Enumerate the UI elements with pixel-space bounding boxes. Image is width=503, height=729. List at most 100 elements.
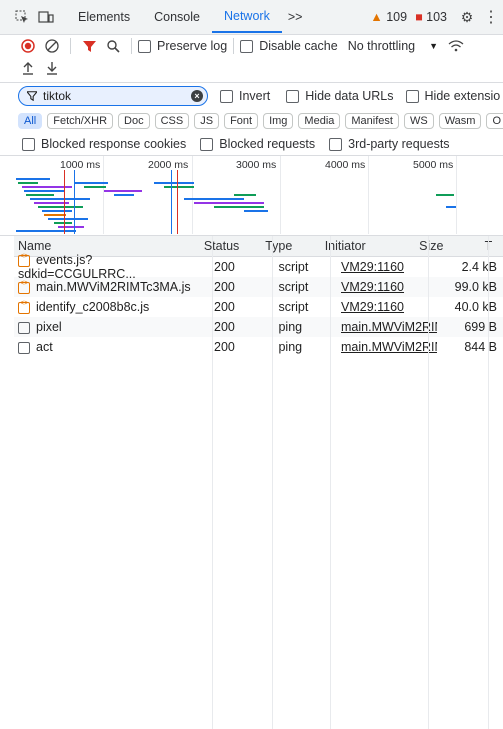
tab-network[interactable]: Network <box>211 1 282 33</box>
table-body: events.js?sdkid=CCGULRRC... 200 script VM29… <box>14 253 503 357</box>
timeline-bar <box>164 186 194 188</box>
request-initiator-link[interactable]: VM29:1160 <box>341 280 404 294</box>
preserve-log-label: Preserve log <box>157 38 228 53</box>
filter-input[interactable]: tiktok × <box>18 86 208 106</box>
chip-all[interactable]: All <box>18 113 43 129</box>
request-type: ping <box>278 340 303 354</box>
blocked-response-cookies-label: Blocked response cookies <box>41 136 187 151</box>
hide-extension-checkbox[interactable]: Hide extensio <box>405 88 501 104</box>
request-status: 200 <box>214 300 235 314</box>
document-file-icon <box>18 321 30 334</box>
record-stop-icon[interactable] <box>16 34 40 58</box>
column-header-time[interactable]: T <box>479 239 503 253</box>
column-header-name[interactable]: Name <box>14 239 198 253</box>
hide-data-urls-checkbox[interactable]: Hide data URLs <box>286 89 394 104</box>
chip-ws[interactable]: WS <box>403 113 434 129</box>
network-conditions-icon[interactable] <box>444 34 468 58</box>
request-name-text: events.js?sdkid=CCGULRRC... <box>18 253 136 281</box>
request-status: 200 <box>214 260 235 274</box>
chip-css[interactable]: CSS <box>154 113 190 129</box>
column-header-status[interactable]: Status <box>198 239 259 253</box>
clear-icon[interactable] <box>40 34 64 58</box>
request-initiator[interactable]: VM29:1160 <box>335 260 437 274</box>
chip-media[interactable]: Media <box>298 113 341 129</box>
disable-cache-label: Disable cache <box>259 38 338 53</box>
more-options-icon[interactable]: ⋮ <box>479 5 503 29</box>
invert-checkbox[interactable]: Invert <box>220 89 270 104</box>
blocked-filters: Blocked response cookies Blocked request… <box>0 134 503 154</box>
inspect-element-icon[interactable] <box>10 5 34 29</box>
timeline-bar <box>26 194 54 196</box>
request-name[interactable]: act <box>14 340 208 354</box>
timeline-tick <box>103 156 104 234</box>
timeline-bar <box>30 198 90 200</box>
filter-funnel-icon <box>27 91 37 101</box>
more-tabs-button[interactable]: >> <box>282 0 309 34</box>
request-initiator[interactable]: VM29:1160 <box>335 280 437 294</box>
request-initiator[interactable]: main.MWViM2RIN <box>335 320 437 334</box>
error-count[interactable]: ■ 103 <box>415 10 447 24</box>
warning-count[interactable]: ▲ 109 <box>370 10 407 24</box>
table-row[interactable]: main.MWViM2RIMTc3MA.js 200 script VM29:1160… <box>14 277 503 297</box>
column-divider <box>330 236 331 729</box>
table-row[interactable]: act 200 ping main.MWViM2RIN 844 B <box>14 337 503 357</box>
chip-fetch-xhr[interactable]: Fetch/XHR <box>47 113 114 129</box>
timeline-bar <box>38 206 83 208</box>
timeline-bar <box>154 182 194 184</box>
request-initiator-link[interactable]: VM29:1160 <box>341 260 404 274</box>
chip-wasm[interactable]: Wasm <box>438 113 482 129</box>
chip-img[interactable]: Img <box>263 113 294 129</box>
filter-input-value: tiktok <box>43 89 72 103</box>
blocked-response-cookies-checkbox[interactable]: Blocked response cookies <box>22 136 187 152</box>
request-status: 200 <box>214 280 235 294</box>
hide-extension-label: Hide extensio <box>424 88 501 103</box>
table-row[interactable]: events.js?sdkid=CCGULRRC... 200 script VM29… <box>14 253 503 281</box>
timeline-bar <box>114 194 134 196</box>
import-har-icon[interactable] <box>16 56 40 80</box>
third-party-requests-checkbox[interactable]: 3rd-party requests <box>329 137 450 152</box>
dropdown-arrow-icon[interactable]: ▼ <box>429 41 438 51</box>
clear-filter-icon[interactable]: × <box>191 90 203 102</box>
request-initiator[interactable]: VM29:1160 <box>335 300 437 314</box>
search-icon[interactable] <box>101 34 125 58</box>
request-initiator-link[interactable]: VM29:1160 <box>341 300 404 314</box>
chip-manifest[interactable]: Manifest <box>345 113 399 129</box>
export-har-icon[interactable] <box>40 56 64 80</box>
tab-console[interactable]: Console <box>142 0 212 34</box>
blocked-requests-checkbox[interactable]: Blocked requests <box>200 137 315 152</box>
timeline-bar <box>48 218 88 220</box>
request-initiator-link[interactable]: main.MWViM2RIN <box>341 320 437 334</box>
settings-gear-icon[interactable]: ⚙ <box>455 5 479 29</box>
table-row[interactable]: identify_c2008b8c.js 200 script VM29:1160 40… <box>14 297 503 317</box>
domcontentloaded-marker <box>171 170 172 234</box>
column-header-size[interactable]: Size <box>415 239 479 253</box>
preserve-log-checkbox[interactable]: Preserve log <box>138 38 228 54</box>
timeline-bar <box>24 190 64 192</box>
disable-cache-checkbox[interactable]: Disable cache <box>240 38 338 54</box>
request-name[interactable]: main.MWViM2RIMTc3MA.js <box>14 280 208 294</box>
table-row[interactable]: pixel 200 ping main.MWViM2RIN 699 B <box>14 317 503 337</box>
chip-js[interactable]: JS <box>194 113 220 129</box>
column-header-initiator[interactable]: Initiator <box>319 239 415 253</box>
timeline-tick <box>456 156 457 234</box>
request-name-text: main.MWViM2RIMTc3MA.js <box>36 280 191 294</box>
request-initiator-link[interactable]: main.MWViM2RIN <box>341 340 437 354</box>
load-event-marker <box>177 170 178 234</box>
tab-elements[interactable]: Elements <box>66 0 142 34</box>
request-name[interactable]: identify_c2008b8c.js <box>14 300 208 314</box>
column-header-type[interactable]: Type <box>259 239 319 253</box>
network-overview-timeline[interactable]: 1000 ms 2000 ms 3000 ms 4000 ms 5000 ms <box>14 156 503 234</box>
filter-funnel-icon[interactable] <box>77 34 101 58</box>
chip-doc[interactable]: Doc <box>118 113 150 129</box>
chip-other[interactable]: O <box>486 113 503 129</box>
throttling-select[interactable]: No throttling <box>348 39 415 53</box>
column-divider <box>212 236 213 729</box>
error-count-value: 103 <box>426 10 447 24</box>
script-file-icon <box>18 280 30 294</box>
request-name[interactable]: pixel <box>14 320 208 334</box>
device-toolbar-icon[interactable] <box>34 5 58 29</box>
request-initiator[interactable]: main.MWViM2RIN <box>335 340 437 354</box>
request-name[interactable]: events.js?sdkid=CCGULRRC... <box>14 253 208 281</box>
timeline-bar <box>244 210 268 212</box>
chip-font[interactable]: Font <box>224 113 259 129</box>
